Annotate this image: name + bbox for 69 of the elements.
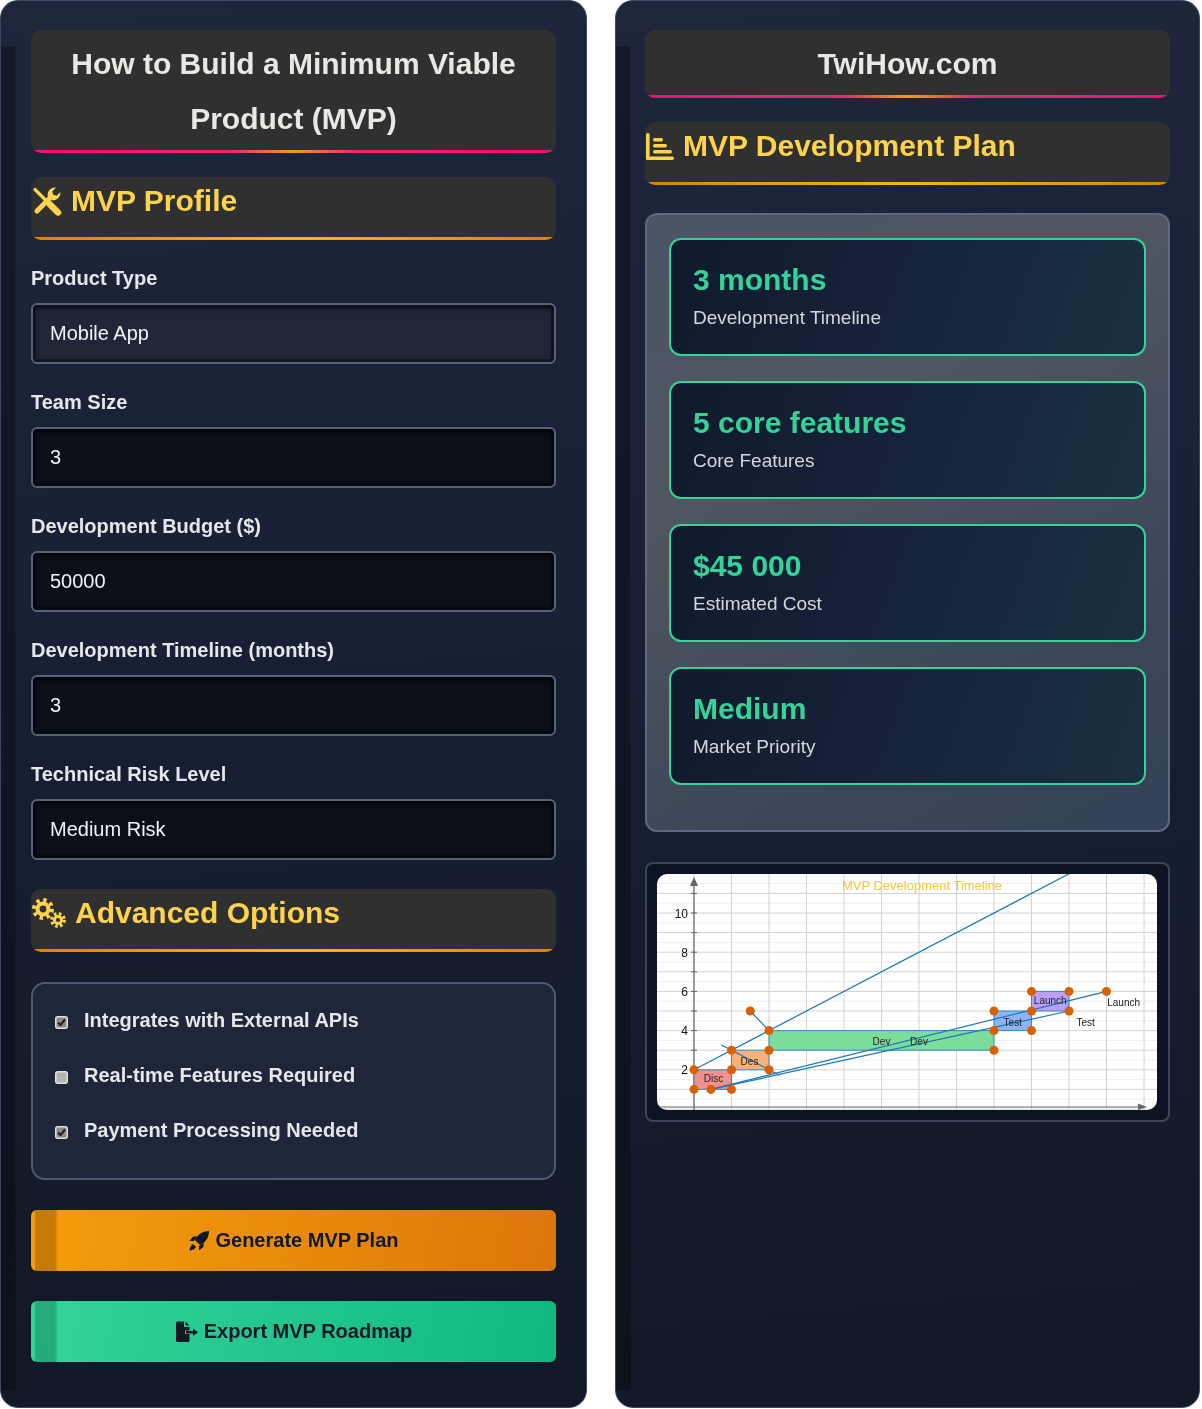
chart-point: [727, 1084, 736, 1094]
phase-label: Disc: [703, 1073, 724, 1085]
field-label: Technical Risk Level: [31, 762, 228, 786]
phase-label: Launch: [1033, 994, 1067, 1006]
result-value: 3 months: [693, 262, 828, 298]
section-title: MVP Development Plan: [683, 128, 1016, 164]
phase-label: Dev: [910, 1036, 928, 1048]
site-title: TwiHow.com: [817, 47, 998, 80]
axis-tick-label: 2: [681, 1063, 688, 1078]
chart-point: [1064, 1006, 1074, 1016]
chart-point: [1027, 986, 1036, 996]
phase-label: Launch: [1107, 997, 1141, 1009]
chart-point: [727, 1065, 736, 1075]
phase-label: Des: [740, 1056, 759, 1068]
axis-tick-label: 4: [681, 1024, 688, 1039]
result-label: Estimated Cost: [693, 592, 823, 616]
chart-point: [1102, 986, 1111, 996]
section-title: MVP Profile: [71, 183, 238, 219]
chart-point: [1027, 1006, 1036, 1016]
axis-tick-label: 8: [681, 945, 688, 960]
phase-label: Test: [1003, 1016, 1022, 1028]
phase-label: Test: [1076, 1016, 1095, 1028]
result-label: Market Priority: [693, 735, 817, 759]
tools-icon: [31, 185, 63, 217]
chart-point: [989, 1045, 999, 1055]
checkbox[interactable]: [55, 1016, 68, 1029]
generate-button[interactable]: Generate MVP Plan: [31, 1210, 556, 1271]
chart-point: [1064, 986, 1074, 996]
chart-point: [689, 1065, 699, 1075]
result-value: 5 core features: [693, 405, 908, 441]
option-label: Integrates with External APIs: [84, 1008, 359, 1032]
bar-chart-icon: [645, 131, 675, 161]
chart-point: [989, 1006, 999, 1016]
chart-point: [764, 1045, 774, 1055]
input-field[interactable]: 50000: [31, 551, 556, 612]
chart-point: [764, 1065, 774, 1075]
chart-point: [1027, 1026, 1036, 1036]
chart-point: [706, 1084, 716, 1094]
chart-title: MVP Development Timeline: [841, 878, 1003, 893]
result-value: $45 000: [693, 548, 803, 584]
axis-tick-label: 6: [681, 984, 688, 999]
gears-icon: [31, 897, 67, 929]
chart-point: [689, 1084, 699, 1094]
export-button[interactable]: Export MVP Roadmap: [31, 1301, 556, 1362]
chart-point: [727, 1045, 736, 1055]
result-value: Medium: [693, 691, 808, 727]
page-title: How to Build a Minimum Viable Product (MVP): [71, 47, 516, 135]
option-label: Real-time Features Required: [84, 1063, 356, 1087]
option-label: Payment Processing Needed: [84, 1118, 359, 1142]
section-title: Advanced Options: [75, 895, 341, 931]
rocket-icon: [188, 1229, 211, 1252]
checkbox[interactable]: [55, 1126, 68, 1139]
field-label: Product Type: [31, 266, 159, 290]
axis-tick-label: 10: [674, 906, 688, 921]
checkbox[interactable]: [55, 1071, 68, 1084]
field-label: Development Timeline (months): [31, 638, 335, 662]
phase-label: Dev: [872, 1036, 891, 1048]
chart-point: [764, 1026, 774, 1036]
input-field[interactable]: 3: [31, 675, 556, 736]
input-field[interactable]: 3: [31, 427, 556, 488]
result-label: Core Features: [693, 449, 816, 473]
input-field[interactable]: Medium Risk: [31, 799, 556, 860]
input-field[interactable]: Mobile App: [31, 303, 556, 364]
chart-point: [989, 1026, 999, 1036]
field-label: Development Budget ($): [31, 514, 263, 538]
field-label: Team Size: [31, 390, 129, 414]
result-label: Development Timeline: [693, 306, 882, 330]
file-export-icon: [174, 1320, 199, 1343]
chart-point: [745, 1006, 755, 1016]
